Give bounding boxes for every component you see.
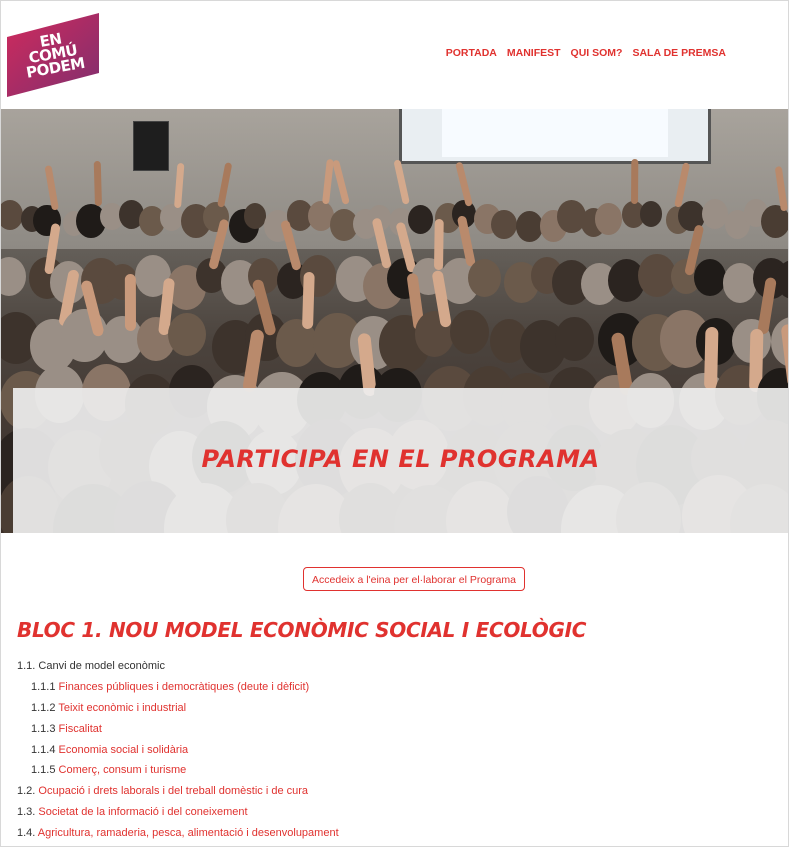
- nav-portada[interactable]: PORTADA: [446, 47, 497, 59]
- raised-hand: [631, 159, 639, 205]
- participa-banner: PARTICIPA EN EL PROGRAMA: [13, 388, 788, 533]
- crowd-head: [491, 209, 517, 239]
- outline-link[interactable]: Ocupació i drets laborals i del treball …: [38, 785, 308, 797]
- outline-link[interactable]: Finances públiques i democràtiques (deut…: [59, 681, 310, 693]
- crowd-head: [450, 310, 489, 355]
- raised-hand: [454, 161, 473, 207]
- outline-link[interactable]: Fiscalitat: [59, 723, 102, 735]
- raised-hand: [93, 160, 102, 206]
- outline-number: 1.1.5: [31, 764, 59, 777]
- outline-number: 1.1.4: [31, 743, 59, 756]
- site-header: EN COMÚ PODEM PORTADA MANIFEST QUI SOM? …: [1, 1, 788, 109]
- outline-item[interactable]: 1.4. Agricultura, ramaderia, pesca, alim…: [17, 825, 777, 846]
- outline-link[interactable]: Comerç, consum i turisme: [59, 764, 187, 776]
- raised-hand: [301, 272, 315, 330]
- nav-manifest[interactable]: MANIFEST: [507, 47, 561, 59]
- raised-hand: [173, 162, 185, 209]
- outline-number: 1.4.: [17, 827, 38, 840]
- projector-screen: [399, 109, 711, 164]
- crowd-head: [555, 316, 594, 361]
- crowd-head: [468, 258, 502, 298]
- outline-item[interactable]: 1.1.1 Finances públiques i democràtiques…: [17, 679, 777, 700]
- outline-item[interactable]: 1.1.3 Fiscalitat: [17, 721, 777, 742]
- access-tool-button[interactable]: Accedeix a l'eina per el·laborar el Prog…: [303, 567, 525, 591]
- outline-item[interactable]: 1.1.4 Economia social i solidària: [17, 742, 777, 763]
- crowd-head: [243, 203, 267, 229]
- raised-hand: [216, 161, 233, 208]
- outline-link[interactable]: Societat de la informació i del coneixem…: [38, 806, 247, 818]
- crowd-head: [159, 204, 183, 232]
- crowd-head: [639, 201, 663, 227]
- outline-item[interactable]: 1.1.5 Comerç, consum i turisme: [17, 762, 777, 783]
- outline-link[interactable]: Teixit econòmic i industrial: [58, 702, 186, 714]
- raised-hand: [433, 218, 444, 271]
- outline-number: 1.1.: [17, 660, 39, 672]
- raised-hand: [704, 326, 719, 391]
- outline-link[interactable]: Economia social i solidària: [59, 744, 189, 756]
- nav-qui-som[interactable]: QUI SOM?: [571, 47, 623, 59]
- crowd-head: [1, 256, 26, 296]
- raised-hand: [44, 164, 59, 211]
- outline-number: 1.1.3: [31, 722, 59, 735]
- crowd-head: [594, 203, 623, 236]
- outline-number: 1.2.: [17, 785, 39, 798]
- nav-sala-de-premsa[interactable]: SALA DE PREMSA: [632, 47, 726, 59]
- speaker-box: [133, 121, 169, 171]
- outline-item[interactable]: 1.3. Societat de la informació i del con…: [17, 804, 777, 825]
- main-nav: PORTADA MANIFEST QUI SOM? SALA DE PREMSA: [446, 47, 726, 59]
- outline-item[interactable]: 1.1.2 Teixit econòmic i industrial: [17, 700, 777, 721]
- bloc-title: BLOC 1. NOU MODEL ECONÒMIC SOCIAL I ECOL…: [17, 618, 587, 642]
- outline-number: 1.1.2: [31, 701, 59, 714]
- hero-photo: PARTICIPA EN EL PROGRAMA: [1, 109, 788, 533]
- program-outline: 1.1. Canvi de model econòmic 1.1.1 Financ…: [17, 658, 777, 846]
- outline-link[interactable]: Agricultura, ramaderia, pesca, alimentac…: [38, 827, 339, 839]
- outline-number: 1.1.1: [31, 680, 59, 693]
- crowd-head: [168, 312, 206, 357]
- raised-hand: [124, 273, 136, 331]
- outline-item: 1.1. Canvi de model econòmic: [17, 658, 777, 679]
- crowd-head: [694, 258, 727, 296]
- crowd-head: [701, 199, 728, 230]
- crowd-head: [408, 204, 434, 234]
- crowd-head: [515, 210, 543, 243]
- outline-item[interactable]: 1.2. Ocupació i drets laborals i del tre…: [17, 783, 777, 804]
- en-comu-podem-logo[interactable]: EN COMÚ PODEM: [7, 13, 99, 97]
- banner-title: PARTICIPA EN EL PROGRAMA: [201, 445, 600, 473]
- crowd-head: [638, 254, 676, 298]
- outline-label: Canvi de model econòmic: [38, 660, 165, 672]
- crowd-head: [722, 263, 757, 303]
- outline-number: 1.3.: [17, 806, 39, 819]
- crowd-head: [1, 200, 23, 231]
